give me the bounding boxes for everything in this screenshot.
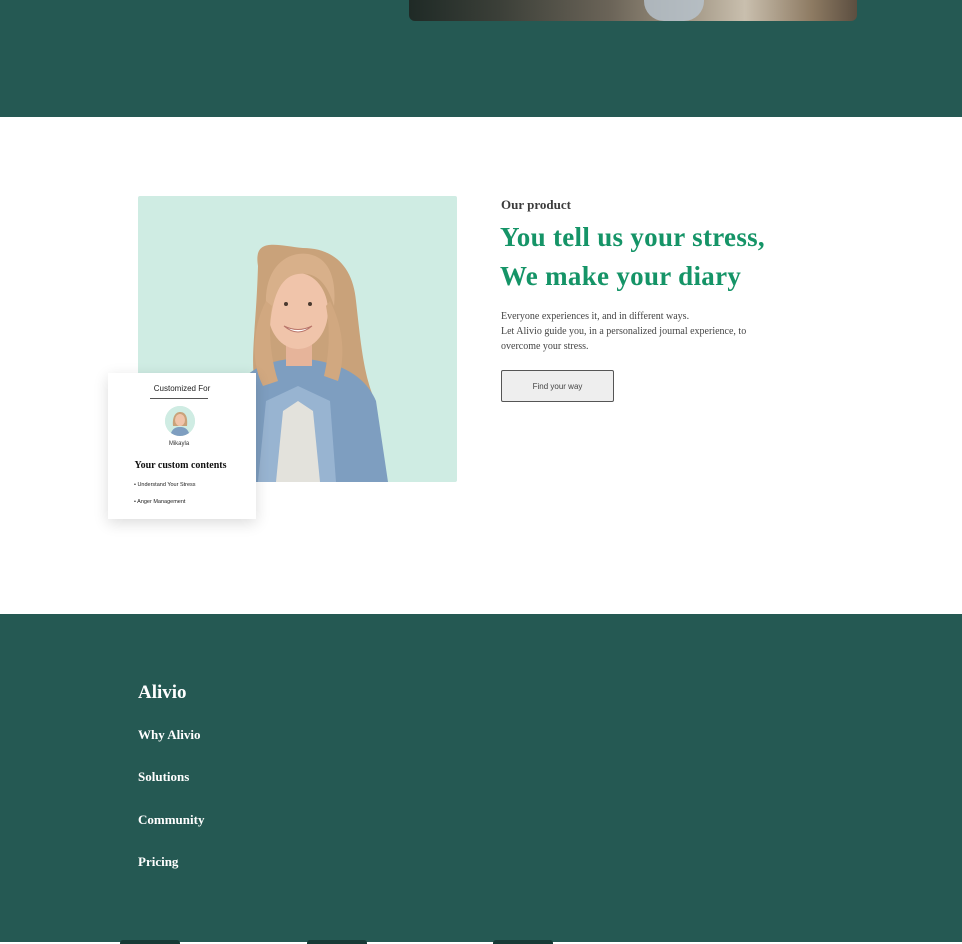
top-band: [0, 0, 962, 117]
hero-image: [409, 0, 857, 21]
card-title: Customized For: [153, 384, 211, 393]
description-line: Everyone experiences it, and in differen…: [501, 311, 690, 322]
footer-link-community[interactable]: Community: [138, 812, 204, 828]
footer-cutoff-element: [120, 940, 180, 944]
product-section: Customized For Mikayla Your custom conte…: [0, 117, 962, 614]
section-eyebrow: Our product: [501, 197, 571, 212]
section-description: Everyone experiences it, and in differen…: [501, 309, 781, 354]
headline-line: You tell us your stress,: [500, 222, 765, 252]
footer-link-pricing[interactable]: Pricing: [138, 854, 178, 870]
find-your-way-button[interactable]: Find your way: [501, 370, 614, 402]
description-line: overcome your stress.: [501, 341, 589, 352]
content-item: • Understand Your Stress: [134, 482, 196, 488]
footer-link-solutions[interactable]: Solutions: [138, 769, 189, 785]
avatar: [165, 406, 195, 436]
card-divider: [150, 398, 208, 399]
description-line: Let Alivio guide you, in a personalized …: [501, 326, 747, 337]
footer-logo[interactable]: Alivio: [138, 682, 187, 704]
user-name: Mikayla: [168, 441, 190, 447]
card-heading: Your custom contents: [134, 460, 227, 471]
footer: Alivio Why Alivio Solutions Community Pr…: [0, 614, 962, 944]
footer-link-why-alivio[interactable]: Why Alivio: [138, 727, 201, 743]
content-item: • Anger Management: [134, 499, 186, 505]
section-headline: You tell us your stress, We make your di…: [500, 218, 840, 296]
headline-line: We make your diary: [500, 261, 742, 291]
custom-content-card: Customized For Mikayla Your custom conte…: [108, 373, 256, 519]
footer-cutoff-element: [307, 940, 367, 944]
footer-cutoff-element: [493, 940, 553, 944]
